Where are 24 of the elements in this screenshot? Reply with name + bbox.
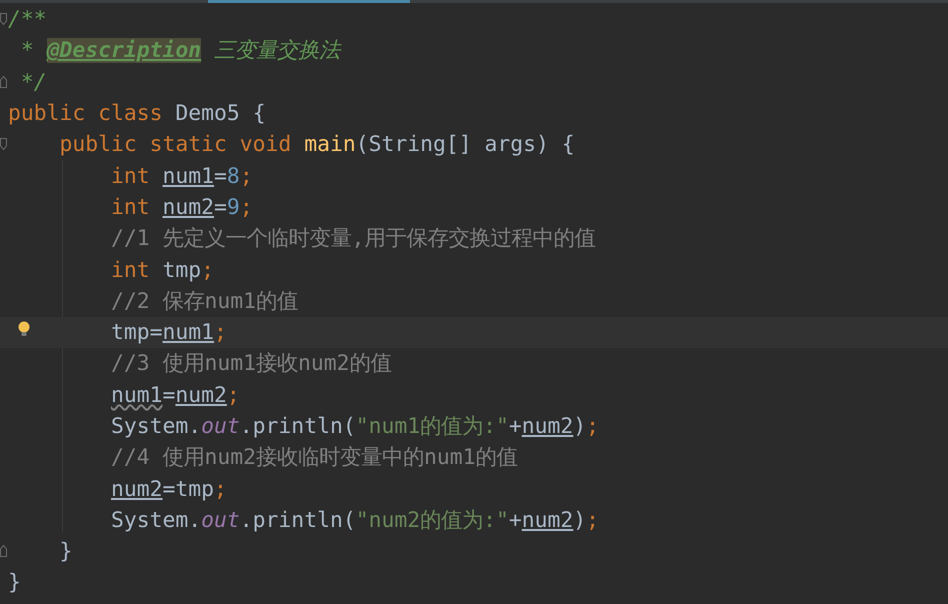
code-line: int num2=9; — [111, 194, 253, 222]
code-line: public static void main(String[] args) { — [60, 131, 575, 160]
code-line: //3 使用num1接收num2的值 — [111, 350, 392, 378]
code-line: //2 保存num1的值 — [111, 288, 298, 316]
fold-icon[interactable] — [0, 138, 7, 150]
code-line: System.out.println("num1的值为:"+num2); — [111, 413, 600, 441]
code-line: public class Demo5 { — [8, 100, 266, 128]
code-line: System.out.println("num2的值为:"+num2); — [111, 506, 600, 535]
code-line: //1 先定义一个临时变量,用于保存交换过程中的值 — [111, 225, 596, 254]
fold-icon[interactable] — [0, 76, 7, 88]
code-line: * @Description 三变量交换法 — [20, 37, 340, 66]
code-line: tmp=num1; — [111, 319, 227, 348]
code-line: } — [8, 569, 21, 598]
fold-icon[interactable] — [0, 545, 7, 558]
fold-icon[interactable] — [0, 13, 7, 25]
code-line: */ — [20, 68, 47, 97]
code-line: //4 使用num2接收临时变量中的num1的值 — [111, 444, 518, 472]
lightbulb-icon[interactable] — [17, 320, 31, 338]
code-line: num1=num2; — [111, 382, 240, 410]
code-line: int num1=8; — [111, 162, 253, 191]
code-line: } — [60, 538, 72, 566]
code-line: /** — [8, 6, 47, 34]
code-line: num2=tmp; — [111, 476, 227, 504]
code-line: int tmp; — [111, 256, 214, 285]
